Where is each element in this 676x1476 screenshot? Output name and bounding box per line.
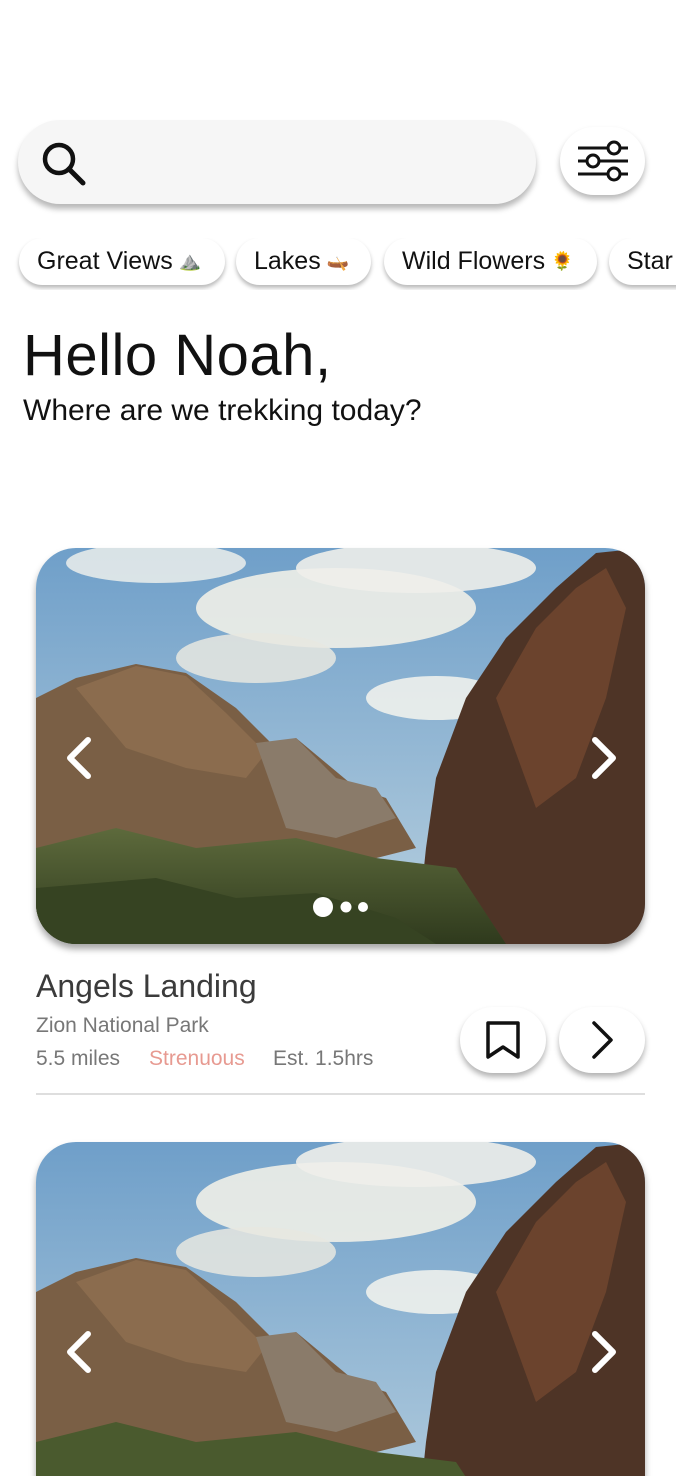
category-chips: Great Views ⛰️ Lakes 🛶 Wild Flowers 🌻 Star [0,238,676,290]
chip-label: Star [627,247,673,275]
mountain-icon: ⛰️ [178,251,202,271]
filter-button[interactable] [560,127,645,195]
chip-label: Wild Flowers [402,247,546,275]
chip-great-views[interactable]: Great Views ⛰️ [19,238,225,285]
search-bar[interactable] [18,120,536,204]
chevron-right-icon [592,1021,613,1059]
canoe-icon: 🛶 [326,251,350,271]
sliders-icon [578,140,628,182]
trail-distance: 5.5 miles [36,1047,121,1070]
trail-photo [36,1142,645,1476]
trail-image-carousel[interactable] [36,1142,645,1476]
chip-label: Lakes [254,247,321,275]
chevron-left-icon[interactable] [64,736,94,780]
trail-name[interactable]: Angels Landing [36,968,257,1005]
chevron-left-icon[interactable] [64,1330,94,1374]
greeting-subtitle: Where are we trekking today? [23,394,422,427]
sunflower-icon: 🌻 [551,251,574,271]
chip-label: Great Views [37,247,173,275]
trail-difficulty: Strenuous [149,1047,245,1070]
chevron-right-icon[interactable] [589,1330,619,1374]
bookmark-icon [486,1021,520,1059]
carousel-dots [313,897,368,917]
trail-image-carousel[interactable] [36,548,645,944]
chip-wild-flowers[interactable]: Wild Flowers 🌻 [384,238,597,285]
chip-lakes[interactable]: Lakes 🛶 [236,238,371,285]
bookmark-button[interactable] [460,1007,546,1073]
chevron-right-icon[interactable] [589,736,619,780]
trail-photo [36,548,645,944]
trail-time: Est. 1.5hrs [273,1047,374,1070]
search-icon [42,142,86,186]
search-input[interactable] [98,138,518,186]
chip-star[interactable]: Star [609,238,676,285]
divider [36,1093,645,1095]
trail-park: Zion National Park [36,1014,209,1037]
trail-details-button[interactable] [559,1007,645,1073]
greeting-title: Hello Noah, [23,323,332,388]
